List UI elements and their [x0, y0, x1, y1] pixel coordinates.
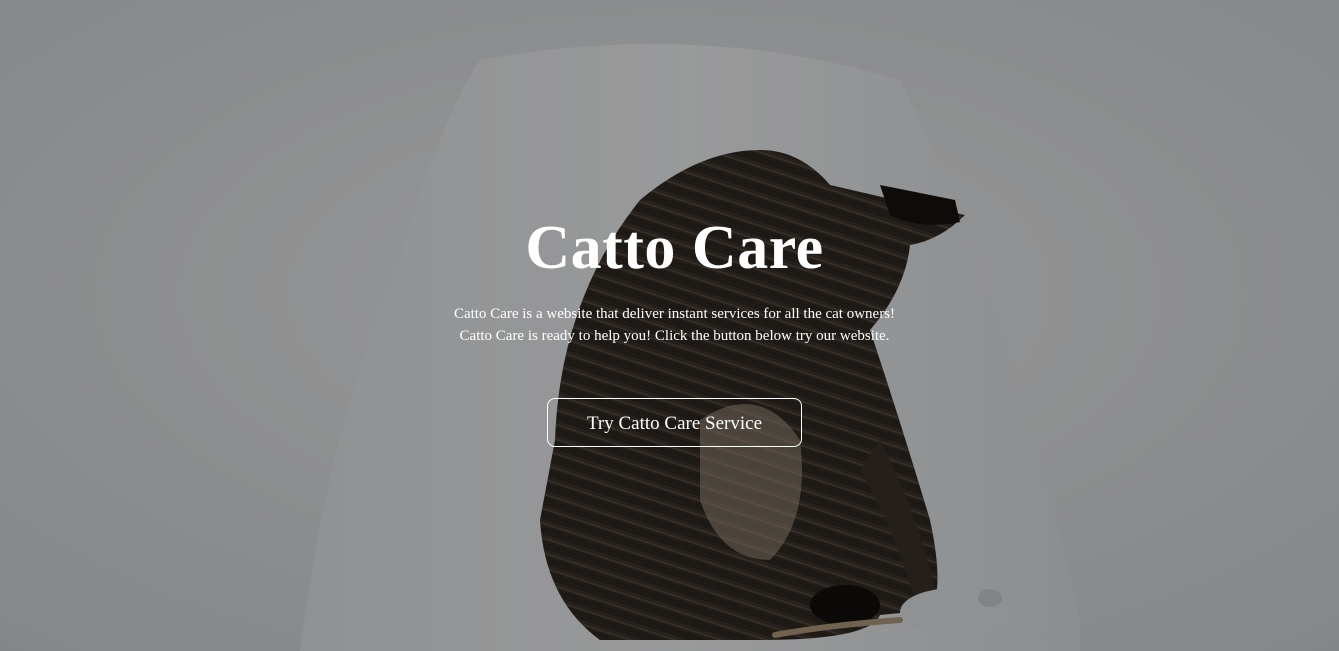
try-service-button[interactable]: Try Catto Care Service — [547, 398, 802, 447]
hero-section: Catto Care Catto Care is a website that … — [0, 0, 1339, 651]
description-line-1: Catto Care is a website that deliver ins… — [453, 306, 896, 322]
hero-description: Catto Care is a website that deliver ins… — [0, 303, 1339, 347]
hero-content: Catto Care Catto Care is a website that … — [0, 0, 1339, 651]
description-line-2: Catto Care is ready to help you! Click t… — [459, 328, 890, 344]
page-title: Catto Care — [525, 214, 824, 282]
